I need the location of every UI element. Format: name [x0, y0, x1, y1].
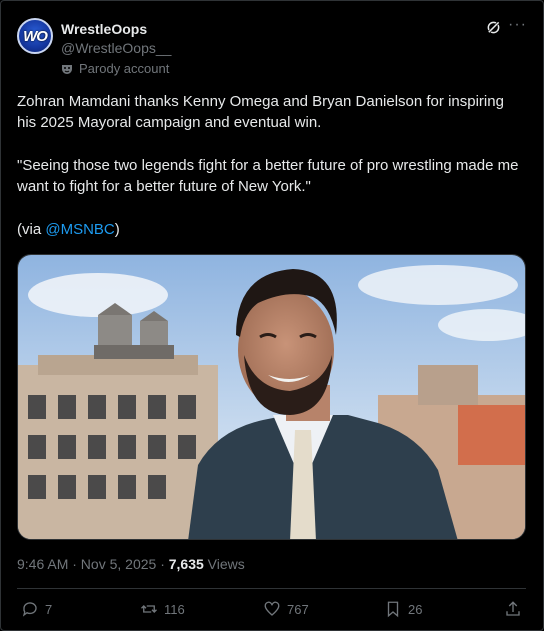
share-button[interactable]	[504, 600, 522, 618]
bookmark-icon	[387, 601, 399, 618]
like-icon	[264, 601, 280, 616]
post-meta: 9:46 AM · Nov 5, 2025 · 7,635 Views	[17, 556, 245, 572]
post-text: Zohran Mamdani thanks Kenny Omega and Br…	[17, 91, 527, 240]
like-button[interactable]: 767	[263, 600, 309, 618]
views-count: 7,635	[168, 556, 204, 572]
grok-icon[interactable]	[486, 20, 501, 35]
author-handle[interactable]: @WrestleOops__	[61, 40, 171, 56]
post-paragraph-2: "Seeing those two legends fight for a be…	[17, 157, 519, 195]
via-mention-link[interactable]: @MSNBC	[45, 221, 114, 238]
bookmark-button[interactable]: 26	[384, 600, 422, 618]
more-icon[interactable]: ···	[508, 17, 527, 33]
parody-mask-icon	[62, 64, 72, 74]
like-count: 767	[287, 601, 309, 617]
reply-button[interactable]: 7	[21, 600, 52, 618]
timestamp[interactable]: 9:46 AM · Nov 5, 2025 ·	[17, 556, 169, 572]
avatar[interactable]: WO	[17, 18, 53, 54]
repost-icon	[141, 605, 157, 613]
post-photo[interactable]	[17, 254, 526, 540]
parody-label: Parody account	[79, 61, 170, 76]
post-paragraph-1: Zohran Mamdani thanks Kenny Omega and Br…	[17, 93, 504, 131]
bookmark-count: 26	[408, 601, 423, 617]
share-icon	[506, 601, 520, 616]
via-suffix: )	[114, 221, 120, 238]
parody-badge: Parody account	[61, 61, 169, 76]
repost-count: 116	[164, 601, 185, 617]
avatar-logo-text: WO	[23, 27, 48, 45]
reply-count: 7	[45, 601, 53, 617]
via-prefix: (via	[17, 221, 46, 238]
author-display-name[interactable]: WrestleOops	[61, 21, 147, 37]
views-label: Views	[203, 556, 245, 572]
divider	[17, 588, 526, 589]
repost-button[interactable]: 116	[140, 600, 185, 618]
reply-icon	[22, 602, 37, 617]
photo-illustration	[18, 255, 525, 539]
post-via: (via @MSNBC)	[17, 219, 527, 240]
